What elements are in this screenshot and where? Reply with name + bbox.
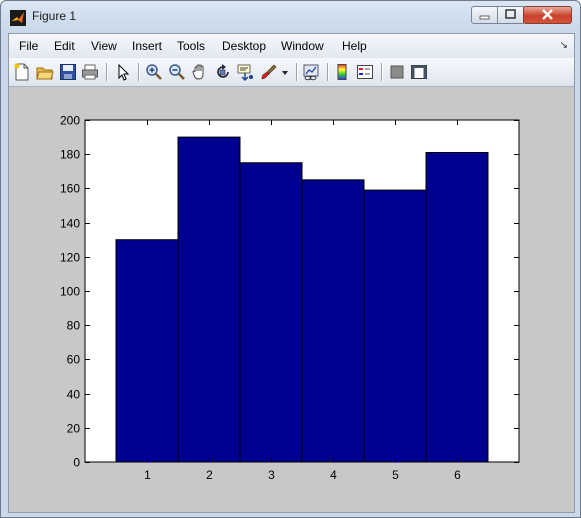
x-tick-label: 5 [392,468,399,482]
figure-client-area: File Edit View Insert Tools Desktop Wind… [8,33,575,513]
minimize-icon [479,15,490,20]
link-plot-icon[interactable] [302,63,320,81]
brush-dropdown-icon[interactable] [281,70,289,76]
toolbar-separator [138,63,139,81]
figure-toolbar [9,58,574,87]
maximize-icon [505,9,516,19]
menu-tools[interactable]: Tools [177,39,205,53]
x-tick-label: 2 [206,468,213,482]
rotate-3d-icon[interactable] [214,63,232,81]
toolbar-separator [381,63,382,81]
bar[interactable] [363,189,427,463]
toolbar-separator [296,63,297,81]
toolbar-separator [327,63,328,81]
y-tick-label: 160 [60,182,80,196]
close-icon [542,9,553,20]
menu-file[interactable]: File [19,39,38,53]
y-tick-label: 180 [60,148,80,162]
menu-window[interactable]: Window [281,39,324,53]
y-tick-label: 80 [67,319,81,333]
window-title: Figure 1 [32,9,77,23]
brush-icon[interactable] [260,63,278,81]
pan-hand-icon[interactable] [191,63,209,81]
zoom-in-icon[interactable] [145,63,163,81]
menu-insert[interactable]: Insert [132,39,162,53]
minimize-button[interactable] [471,6,498,24]
title-bar[interactable]: Figure 1 [1,1,580,33]
x-tick-label: 1 [144,468,151,482]
plot-canvas: 0 20 40 60 80 100 120 140 160 180 200 1 2 3 4 5 6 [9,87,574,512]
y-tick-label: 60 [67,353,81,367]
y-tick-label: 0 [73,456,80,470]
menu-view[interactable]: View [91,39,117,53]
close-button[interactable] [523,6,572,24]
menu-help[interactable]: Help [342,39,367,53]
print-icon[interactable] [81,63,99,81]
menu-bar: File Edit View Insert Tools Desktop Wind… [9,34,574,58]
edit-plot-arrow-icon[interactable] [114,63,132,81]
matlab-icon [10,10,26,26]
new-figure-icon[interactable] [13,63,31,81]
toolbar-separator [106,63,107,81]
data-cursor-icon[interactable] [237,63,255,81]
y-tick-label: 100 [60,285,80,299]
bar[interactable] [177,136,241,463]
y-tick-label: 40 [67,388,81,402]
bar[interactable] [239,162,303,463]
y-tick-label: 140 [60,217,80,231]
bar[interactable] [425,151,489,463]
dock-arrow-icon[interactable]: ↘ [560,40,568,51]
bar[interactable] [115,239,179,463]
hide-plot-tools-icon[interactable] [388,63,406,81]
zoom-out-icon[interactable] [168,63,186,81]
bar[interactable] [301,179,365,463]
save-icon[interactable] [59,63,77,81]
open-file-icon[interactable] [36,63,54,81]
x-tick-label: 4 [330,468,337,482]
y-tick-label: 200 [60,114,80,128]
show-plot-tools-icon[interactable] [410,63,428,81]
menu-edit[interactable]: Edit [54,39,75,53]
legend-icon[interactable] [356,63,374,81]
y-tick-label: 20 [67,422,81,436]
x-tick-label: 6 [454,468,461,482]
bar-chart[interactable]: 0 20 40 60 80 100 120 140 160 180 200 1 2 3 4 5 6 [9,87,574,512]
x-tick-label: 3 [268,468,275,482]
maximize-button[interactable] [497,6,524,24]
menu-desktop[interactable]: Desktop [222,39,266,53]
figure-window: Figure 1 File Edit View Insert Tools Des… [0,0,581,518]
colorbar-icon[interactable] [333,63,351,81]
y-tick-label: 120 [60,251,80,265]
